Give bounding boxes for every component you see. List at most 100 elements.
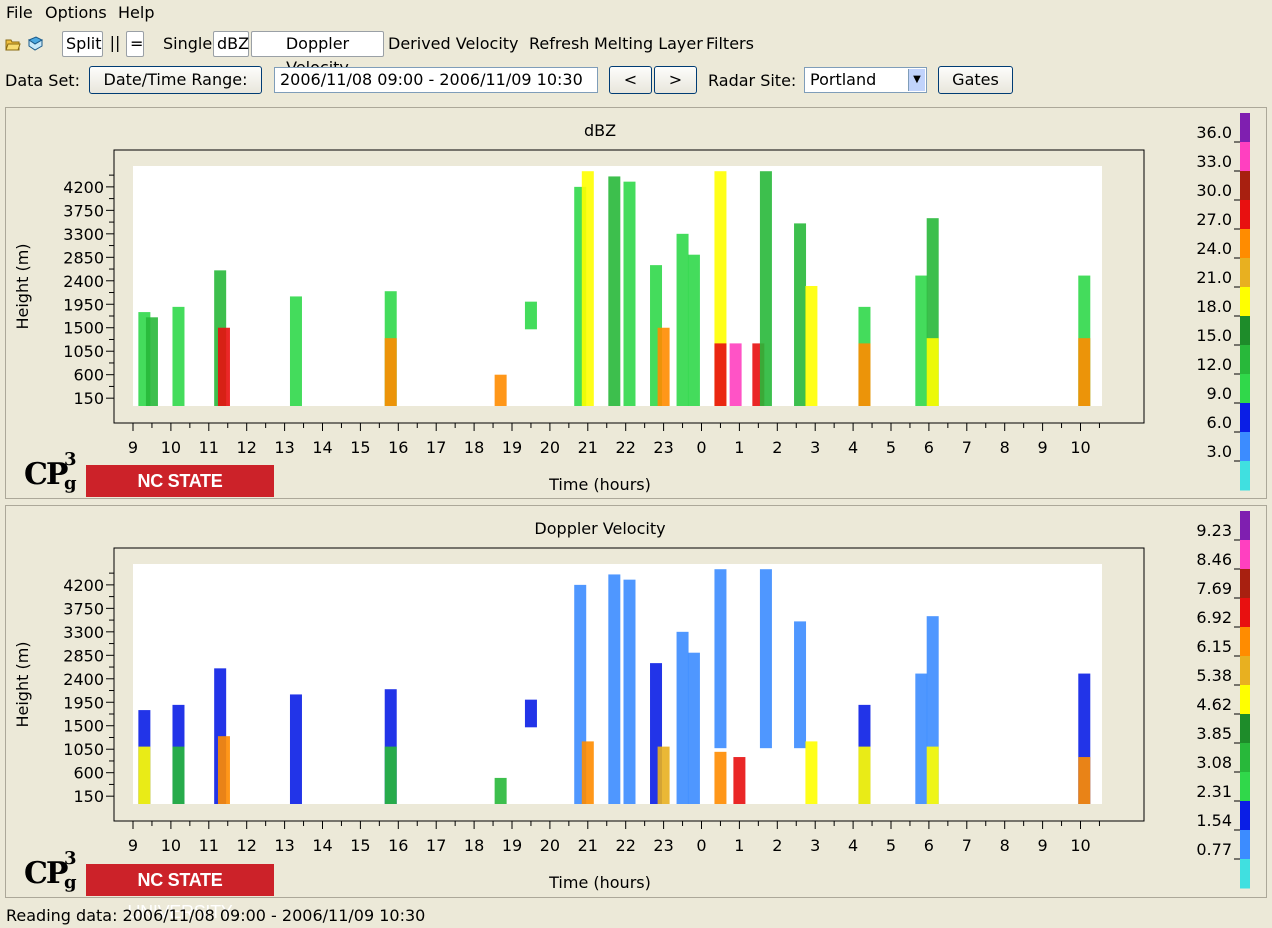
colorbar-segment bbox=[1240, 569, 1250, 599]
colorbar-segment bbox=[1240, 345, 1250, 375]
colorbar-segment bbox=[1240, 200, 1250, 230]
colorbar-label: 6.15 bbox=[1196, 637, 1232, 656]
data-cell bbox=[138, 746, 151, 804]
colorbar-segment bbox=[1240, 461, 1250, 491]
data-cell bbox=[494, 777, 507, 804]
y-tick-label: 2850 bbox=[63, 248, 104, 267]
date-time-range-button[interactable]: Date/Time Range: bbox=[89, 66, 262, 94]
colorbar-label: 1.54 bbox=[1196, 811, 1232, 830]
y-tick-label: 600 bbox=[73, 764, 104, 783]
colorbar-segment bbox=[1240, 171, 1250, 201]
data-cell bbox=[524, 699, 537, 728]
book-icon[interactable] bbox=[27, 36, 44, 52]
x-tick-label: 9 bbox=[1038, 836, 1048, 855]
y-tick-label: 1500 bbox=[63, 319, 104, 338]
colorbar-label: 9.0 bbox=[1207, 384, 1232, 403]
parallel-button[interactable]: || bbox=[106, 31, 124, 57]
menu-help[interactable]: Help bbox=[118, 3, 154, 22]
x-tick-label: 9 bbox=[1038, 438, 1048, 457]
x-tick-label: 1 bbox=[734, 836, 744, 855]
menu-file[interactable]: File bbox=[6, 3, 33, 22]
data-cell bbox=[217, 736, 230, 804]
colorbar-segment bbox=[1240, 229, 1250, 259]
x-axis-label: Time (hours) bbox=[548, 873, 651, 892]
x-tick-label: 8 bbox=[1000, 438, 1010, 457]
colorbar-label: 36.0 bbox=[1196, 123, 1232, 142]
colorbar-segment bbox=[1240, 374, 1250, 404]
radar-site-select[interactable]: Portland ▼ bbox=[804, 67, 927, 93]
colorbar-segment bbox=[1240, 627, 1250, 657]
colorbar-label: 4.62 bbox=[1196, 695, 1232, 714]
derived-velocity-button[interactable]: Derived Velocity bbox=[388, 34, 519, 54]
x-tick-label: 14 bbox=[312, 836, 332, 855]
y-tick-label: 150 bbox=[73, 389, 104, 408]
y-tick-label: 600 bbox=[73, 366, 104, 385]
refresh-button[interactable]: Refresh bbox=[529, 34, 589, 54]
chevron-down-icon[interactable]: ▼ bbox=[908, 69, 925, 91]
dataset-bar: Data Set: Date/Time Range: 2006/11/08 09… bbox=[0, 63, 1272, 99]
colorbar-segment bbox=[1240, 287, 1250, 317]
dbz-button[interactable]: dBZ bbox=[213, 31, 249, 57]
x-tick-label: 17 bbox=[426, 438, 446, 457]
colorbar-segment bbox=[1240, 142, 1250, 172]
cp3g-ncsu-logo: CP 3 g NC STATE UNIVERSITY bbox=[18, 848, 278, 922]
data-cell bbox=[687, 254, 700, 406]
dbz-panel: dBZ 150 600 1050 1500 1950 2400 2850 3300 3750 420… bbox=[5, 107, 1267, 523]
colorbar-segment bbox=[1240, 540, 1250, 570]
y-tick-label: 1500 bbox=[63, 717, 104, 736]
colorbar-segment bbox=[1240, 859, 1250, 889]
y-tick-label: 1950 bbox=[63, 295, 104, 314]
colorbar-label: 18.0 bbox=[1196, 297, 1232, 316]
x-tick-label: 19 bbox=[502, 438, 522, 457]
cp3g-ncsu-logo: CP 3 g NC STATE UNIVERSITY bbox=[18, 449, 278, 523]
data-cell bbox=[289, 296, 302, 406]
data-cell bbox=[805, 741, 818, 804]
equal-button[interactable]: = bbox=[126, 31, 144, 57]
cp3g-logo-text: CP bbox=[24, 856, 68, 891]
toolbar: Split || = Single dBZ Doppler Velocity D… bbox=[0, 28, 1272, 77]
data-cell bbox=[145, 317, 158, 406]
data-cell bbox=[384, 746, 397, 804]
colorbar-segment bbox=[1240, 432, 1250, 462]
data-cell bbox=[733, 757, 746, 804]
melting-layer-button[interactable]: Melting Layer bbox=[594, 34, 703, 54]
y-tick-label: 1050 bbox=[63, 740, 104, 759]
colorbar-segment bbox=[1240, 511, 1250, 541]
single-button[interactable]: Single bbox=[163, 34, 212, 54]
open-folder-icon[interactable] bbox=[5, 36, 21, 52]
data-cell bbox=[858, 746, 871, 804]
x-tick-label: 21 bbox=[578, 836, 598, 855]
split-button[interactable]: Split bbox=[62, 31, 103, 57]
radar-site-value: Portland bbox=[810, 70, 877, 89]
data-cell bbox=[581, 171, 594, 406]
colorbar-label: 3.85 bbox=[1196, 724, 1232, 743]
x-tick-label: 19 bbox=[502, 836, 522, 855]
data-cell bbox=[623, 579, 636, 804]
doppler-velocity-button[interactable]: Doppler Velocity bbox=[251, 31, 384, 77]
data-cell bbox=[714, 343, 727, 406]
x-tick-label: 21 bbox=[578, 438, 598, 457]
data-cell bbox=[581, 741, 594, 804]
gates-button[interactable]: Gates bbox=[938, 66, 1013, 94]
x-tick-label: 0 bbox=[696, 836, 706, 855]
x-tick-label: 6 bbox=[924, 836, 934, 855]
menubar: File Options Help bbox=[0, 0, 1272, 27]
y-axis-label: Height (m) bbox=[13, 243, 32, 329]
colorbar-label: 27.0 bbox=[1196, 210, 1232, 229]
x-tick-label: 6 bbox=[924, 438, 934, 457]
menu-options[interactable]: Options bbox=[45, 3, 107, 22]
data-cell bbox=[217, 327, 230, 406]
filters-button[interactable]: Filters bbox=[706, 34, 754, 54]
date-range-field[interactable]: 2006/11/08 09:00 - 2006/11/09 10:30 bbox=[274, 67, 598, 93]
colorbar-segment bbox=[1240, 772, 1250, 802]
prev-button[interactable]: < bbox=[609, 66, 652, 94]
x-tick-label: 0 bbox=[696, 438, 706, 457]
y-tick-label: 2400 bbox=[63, 670, 104, 689]
colorbar-segment bbox=[1240, 830, 1250, 860]
data-cell bbox=[676, 631, 689, 804]
next-button[interactable]: > bbox=[654, 66, 697, 94]
data-cell bbox=[657, 746, 670, 804]
x-tick-label: 23 bbox=[653, 438, 673, 457]
y-tick-label: 150 bbox=[73, 787, 104, 806]
status-bar: Reading data: 2006/11/08 09:00 - 2006/11… bbox=[6, 906, 426, 925]
